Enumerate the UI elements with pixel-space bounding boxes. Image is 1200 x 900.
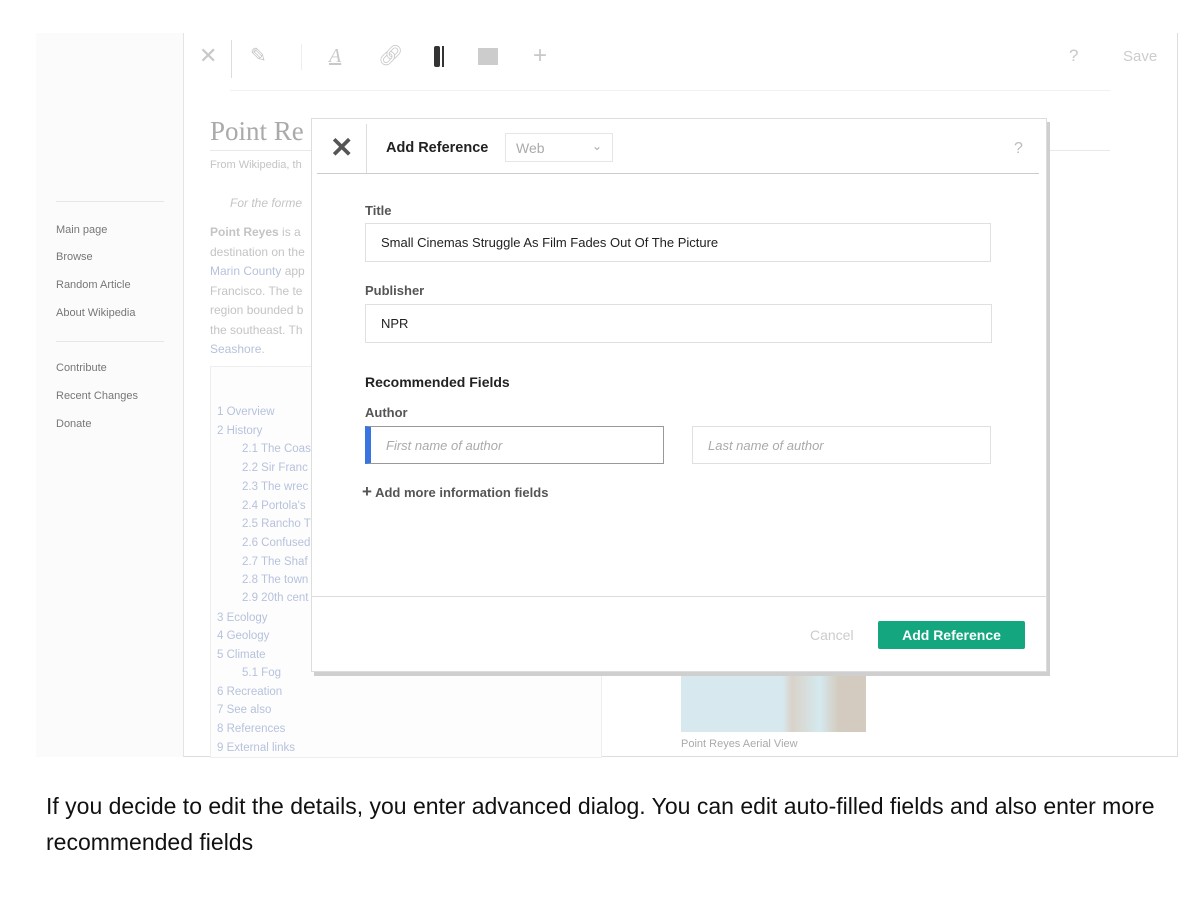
divider <box>56 201 164 202</box>
sidebar-item-browse[interactable]: Browse <box>56 251 93 263</box>
insert-image-icon[interactable] <box>478 48 498 65</box>
slide-caption: If you decide to edit the details, you e… <box>46 793 1155 855</box>
sidebar-item-about[interactable]: About Wikipedia <box>56 307 136 319</box>
toc-item[interactable]: 2 History <box>217 425 262 437</box>
close-icon[interactable]: ✕ <box>330 131 353 164</box>
cite-icon[interactable] <box>434 46 444 67</box>
help-button[interactable]: ? <box>1069 44 1078 68</box>
save-button[interactable]: Save <box>1123 48 1157 65</box>
cancel-button[interactable]: Cancel <box>810 627 854 643</box>
title-label: Title <box>365 203 392 218</box>
toc-item[interactable]: 6 Recreation <box>217 686 282 698</box>
toc-item[interactable]: 2.7 The Shaf <box>242 556 308 568</box>
publisher-label: Publisher <box>365 283 425 298</box>
edit-preview-icon[interactable]: ✎ <box>250 44 267 68</box>
add-more-fields-button[interactable]: + Add more information fields <box>362 482 548 502</box>
toc-item[interactable]: 1 Overview <box>217 406 275 418</box>
toc-item[interactable]: 4 Geology <box>217 630 269 642</box>
toc-item[interactable]: 9 External links <box>217 742 295 754</box>
article-subtitle: From Wikipedia, th <box>210 159 302 171</box>
hatnote: For the forme <box>230 196 303 210</box>
toc-item[interactable]: 8 References <box>217 723 285 735</box>
close-icon[interactable]: ✕ <box>199 44 217 68</box>
image-caption: Point Reyes Aerial View <box>681 738 798 750</box>
chevron-down-icon: ⌄ <box>591 139 602 153</box>
toc-item[interactable]: 2.5 Rancho T <box>242 518 311 530</box>
plus-icon: + <box>362 482 372 501</box>
toc-item[interactable]: 2.9 20th cent <box>242 592 309 604</box>
dialog-title: Add Reference <box>386 140 489 156</box>
toc-item[interactable]: 2.2 Sir Franc <box>242 462 308 474</box>
add-reference-dialog: ✕ Add Reference Web ⌄ ? Title Small Cinem… <box>311 118 1047 672</box>
sidebar-item-main-page[interactable]: Main page <box>56 224 107 236</box>
toc-item[interactable]: 2.8 The town <box>242 574 308 586</box>
reference-type-select[interactable]: Web ⌄ <box>505 133 613 162</box>
divider <box>56 341 164 342</box>
recommended-heading: Recommended Fields <box>365 374 510 390</box>
link-icon[interactable]: 🔗︎ <box>378 44 403 68</box>
sidebar-item-random-article[interactable]: Random Article <box>56 279 131 291</box>
toc-item[interactable]: 5.1 Fog <box>242 667 281 679</box>
toc-item[interactable]: 3 Ecology <box>217 612 268 624</box>
sidebar-item-contribute[interactable]: Contribute <box>56 362 107 374</box>
add-reference-button[interactable]: Add Reference <box>878 621 1025 649</box>
dialog-help-button[interactable]: ? <box>1014 140 1023 158</box>
article-title: Point Re <box>210 116 304 146</box>
toc-item[interactable]: 5 Climate <box>217 649 266 661</box>
toc-item[interactable]: 2.3 The wrec <box>242 481 308 493</box>
text-style-icon[interactable]: A <box>329 44 341 68</box>
link-seashore[interactable]: Seashore <box>210 342 261 356</box>
author-first-name-input[interactable]: First name of author <box>365 426 664 464</box>
insert-plus-icon[interactable]: + <box>533 44 547 68</box>
sidebar-item-donate[interactable]: Donate <box>56 418 91 430</box>
toc-item[interactable]: 2.6 Confused <box>242 537 310 549</box>
title-input[interactable]: Small Cinemas Struggle As Film Fades Out… <box>365 223 991 262</box>
article-paragraph: Point Reyes is a destination on the Mari… <box>210 225 305 356</box>
sidebar-item-recent-changes[interactable]: Recent Changes <box>56 390 138 402</box>
toc-item[interactable]: 2.1 The Coas <box>242 443 311 455</box>
toc-item[interactable]: 7 See also <box>217 704 271 716</box>
toc-item[interactable]: 2.4 Portola's <box>242 500 306 512</box>
link-marin-county[interactable]: Marin County <box>210 264 281 278</box>
publisher-input[interactable]: NPR <box>365 304 992 343</box>
sidebar: Main page Browse Random Article About Wi… <box>36 33 184 757</box>
aerial-map-image <box>681 672 866 732</box>
author-last-name-input[interactable]: Last name of author <box>692 426 991 464</box>
author-label: Author <box>365 405 408 420</box>
